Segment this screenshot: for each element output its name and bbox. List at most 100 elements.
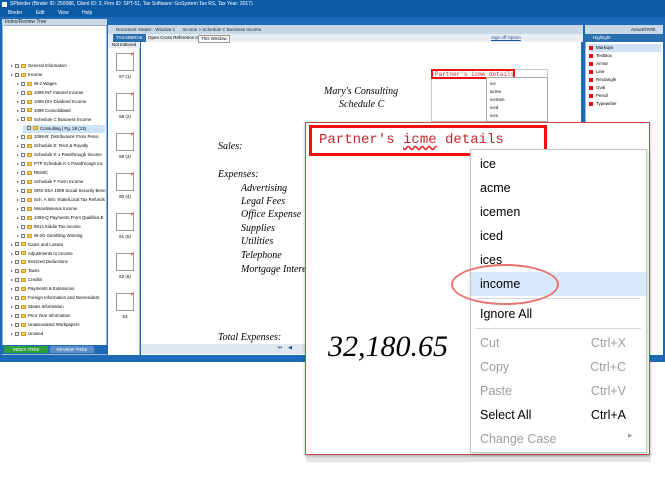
- checkbox[interactable]: [15, 331, 19, 336]
- tree-item[interactable]: ▸ Unassociated Workpapers: [11, 321, 105, 329]
- mini-suggestion[interactable]: icemen: [490, 97, 505, 102]
- tree-item[interactable]: ▸ States Information: [11, 303, 105, 311]
- suggestion-acme[interactable]: acme: [471, 176, 646, 200]
- tree-item[interactable]: ▸ Gains and Losses: [11, 241, 105, 249]
- checkbox[interactable]: [21, 99, 25, 104]
- toolbar-title[interactable]: TAXABBRAK: [113, 34, 146, 42]
- page-thumbnail[interactable]: ✓: [116, 292, 135, 311]
- highlight-tool[interactable]: Highlight: [585, 34, 663, 42]
- paste-item[interactable]: Paste Ctrl+V: [471, 379, 646, 403]
- menu-help[interactable]: Help: [82, 10, 92, 16]
- tool-item[interactable]: Typewriter: [589, 100, 661, 108]
- tree-item[interactable]: ▸ Foreign Information and Nonresident: [11, 294, 105, 302]
- checkbox[interactable]: [15, 251, 19, 256]
- checkbox[interactable]: [21, 144, 25, 149]
- mini-suggestion[interactable]: ice: [490, 81, 496, 86]
- checkbox[interactable]: [21, 153, 25, 158]
- tool-item[interactable]: Markups: [589, 44, 661, 52]
- tree-item[interactable]: ▸ Adjustments to Income: [11, 250, 105, 258]
- checkbox[interactable]: [15, 278, 19, 283]
- checkbox[interactable]: [21, 171, 25, 175]
- checkbox[interactable]: [21, 188, 25, 193]
- checkbox[interactable]: [21, 135, 25, 140]
- checkbox[interactable]: [15, 72, 19, 77]
- tree-item[interactable]: ▸ Unused: [11, 330, 105, 338]
- mini-suggestion[interactable]: acme: [490, 89, 501, 94]
- tree-item[interactable]: ▸ Sch. A Info: State/Local Tax Refunds: [17, 196, 105, 204]
- tree-item[interactable]: ▸ W-2 Wages: [17, 80, 105, 88]
- checkbox[interactable]: [21, 81, 25, 86]
- checkbox[interactable]: [15, 322, 19, 327]
- suggestion-icemen[interactable]: icemen: [471, 200, 646, 224]
- thumb-filter[interactable]: Not Indexed: [108, 41, 140, 48]
- tree-item[interactable]: ▸ Schedule C Business Income: [17, 116, 105, 124]
- menu-view[interactable]: View: [58, 10, 69, 16]
- tree-item[interactable]: ▸ Payments & Extensions: [11, 285, 105, 293]
- page-thumbnail[interactable]: ✓: [116, 252, 135, 271]
- open-xref-select[interactable]: This Window: [198, 35, 230, 43]
- tab-index-tree[interactable]: INDEX TREE: [4, 346, 48, 353]
- checkbox[interactable]: [21, 206, 25, 211]
- tree-item[interactable]: ▸ Schedule F Farm Income: [17, 178, 105, 186]
- tree-item[interactable]: Consulting | Pg. 28 (13): [23, 124, 105, 133]
- menu-binder[interactable]: Binder: [8, 10, 22, 16]
- cut-item[interactable]: Cut Ctrl+X: [471, 331, 646, 355]
- tree-item[interactable]: ▸ Schedule K-1 Passthrough Income: [17, 151, 105, 159]
- mini-suggestion[interactable]: ices: [490, 113, 498, 118]
- ignore-all-item[interactable]: Ignore All: [471, 302, 646, 326]
- first-page-button[interactable]: ⏮: [276, 345, 284, 352]
- tree-item[interactable]: ▸ 1099-Q Payments From Qualified E: [17, 214, 105, 222]
- checkbox[interactable]: [27, 126, 31, 131]
- tab-review-tree[interactable]: REVIEW TREE: [50, 346, 94, 353]
- checkbox[interactable]: [21, 224, 25, 229]
- mini-suggestion[interactable]: iced: [490, 105, 498, 110]
- checkbox[interactable]: [15, 313, 19, 318]
- misspelled-word[interactable]: icme: [403, 132, 437, 148]
- checkbox[interactable]: [21, 197, 25, 202]
- tool-item[interactable]: Line: [589, 68, 661, 76]
- checkbox[interactable]: [21, 117, 25, 122]
- tree-item[interactable]: ▸ Income: [11, 71, 105, 79]
- tool-item[interactable]: Oval: [589, 84, 661, 92]
- checkbox[interactable]: [21, 90, 25, 95]
- page-thumbnail[interactable]: ✓: [116, 132, 135, 151]
- tool-item[interactable]: TextBox: [589, 52, 661, 60]
- tree-item[interactable]: ▸ 1099 DIV Dividend Income: [17, 98, 105, 106]
- checkbox[interactable]: [15, 242, 19, 247]
- page-thumbnail[interactable]: ✓: [116, 52, 135, 71]
- checkbox[interactable]: [15, 304, 19, 309]
- tree-item[interactable]: ▸ Credits: [11, 276, 105, 284]
- checkbox[interactable]: [15, 260, 19, 265]
- copy-item[interactable]: Copy Ctrl+C: [471, 355, 646, 379]
- checkbox[interactable]: [15, 287, 19, 292]
- tree-item[interactable]: ▸ REMIC: [17, 169, 105, 177]
- prev-page-button[interactable]: ◀: [286, 345, 294, 352]
- tree-item[interactable]: ▸ General Information: [11, 62, 105, 70]
- checkbox[interactable]: [21, 179, 25, 184]
- tree-item[interactable]: ▸ Schedule E: Rent & Royalty: [17, 142, 105, 150]
- suggestion-iced[interactable]: iced: [471, 224, 646, 248]
- page-thumbnail[interactable]: ✓: [116, 92, 135, 111]
- checkbox[interactable]: [15, 296, 19, 301]
- select-all-item[interactable]: Select All Ctrl+A: [471, 403, 646, 427]
- tree-item[interactable]: ▸ 1099-B: Distributions From Pensi: [17, 133, 105, 141]
- checkbox[interactable]: [21, 108, 25, 113]
- checkbox[interactable]: [21, 233, 25, 238]
- tree-item[interactable]: ▸ Itemized Deductions: [11, 258, 105, 266]
- tool-item[interactable]: Arrow: [589, 60, 661, 68]
- tree-item[interactable]: ▸ Taxes: [11, 267, 105, 275]
- tool-item[interactable]: Pencil: [589, 92, 661, 100]
- menu-edit[interactable]: Edit: [36, 10, 45, 16]
- tree-item[interactable]: ▸ 1099 Consolidated: [17, 107, 105, 115]
- tree-item[interactable]: ▸ W-2G Gambling Winning: [17, 232, 105, 240]
- tree-item[interactable]: ▸ PTP Schedule K-1 Passthrough Inc: [17, 160, 105, 168]
- tree-item[interactable]: ▸ Miscellaneous Income: [17, 205, 105, 213]
- signoff-link[interactable]: Sign off Option: [491, 34, 521, 42]
- checkbox[interactable]: [15, 269, 19, 274]
- suggestion-ice[interactable]: ice: [471, 152, 646, 176]
- tool-item[interactable]: Rectangle: [589, 76, 661, 84]
- page-thumbnail[interactable]: ✓: [116, 212, 135, 231]
- tree-item[interactable]: ▸ 8814 Kiddie Tax Income: [17, 223, 105, 231]
- page-thumbnail[interactable]: ✓: [116, 172, 135, 191]
- tree-item[interactable]: ▸ SRS-SSA 1099 Social Security Bene: [17, 187, 106, 195]
